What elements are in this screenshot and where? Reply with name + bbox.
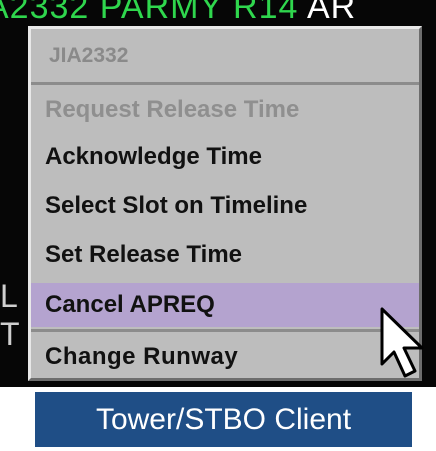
menu-separator	[31, 329, 419, 332]
datablock-route: PARMY	[99, 0, 223, 26]
background-glyph-t: T	[0, 316, 20, 352]
radar-screen: A2332 PARMY R14 AR L T JIA2332 Request R…	[0, 0, 436, 387]
menu-item-acknowledge-time[interactable]: Acknowledge Time	[31, 137, 419, 177]
client-caption-label: Tower/STBO Client	[35, 392, 412, 447]
menu-item-set-release-time[interactable]: Set Release Time	[31, 235, 419, 275]
menu-item-request-release-time: Request Release Time	[45, 96, 300, 123]
menu-item-select-slot-on-timeline[interactable]: Select Slot on Timeline	[31, 186, 419, 226]
menu-item-cancel-apreq[interactable]: Cancel APREQ	[31, 283, 419, 327]
background-glyph-l: L	[0, 278, 18, 314]
datablock-extra: R14	[233, 0, 299, 26]
datablock-callsign: A2332	[0, 0, 90, 26]
aircraft-datablock[interactable]: A2332 PARMY R14 AR	[0, 0, 422, 24]
menu-header-callsign: JIA2332	[31, 29, 419, 85]
flight-context-menu: JIA2332 Request Release Time Acknowledge…	[28, 26, 422, 381]
menu-item-change-runway[interactable]: Change Runway	[31, 337, 419, 377]
mouse-pointer-icon	[380, 307, 424, 378]
datablock-tail: AR	[306, 0, 357, 26]
